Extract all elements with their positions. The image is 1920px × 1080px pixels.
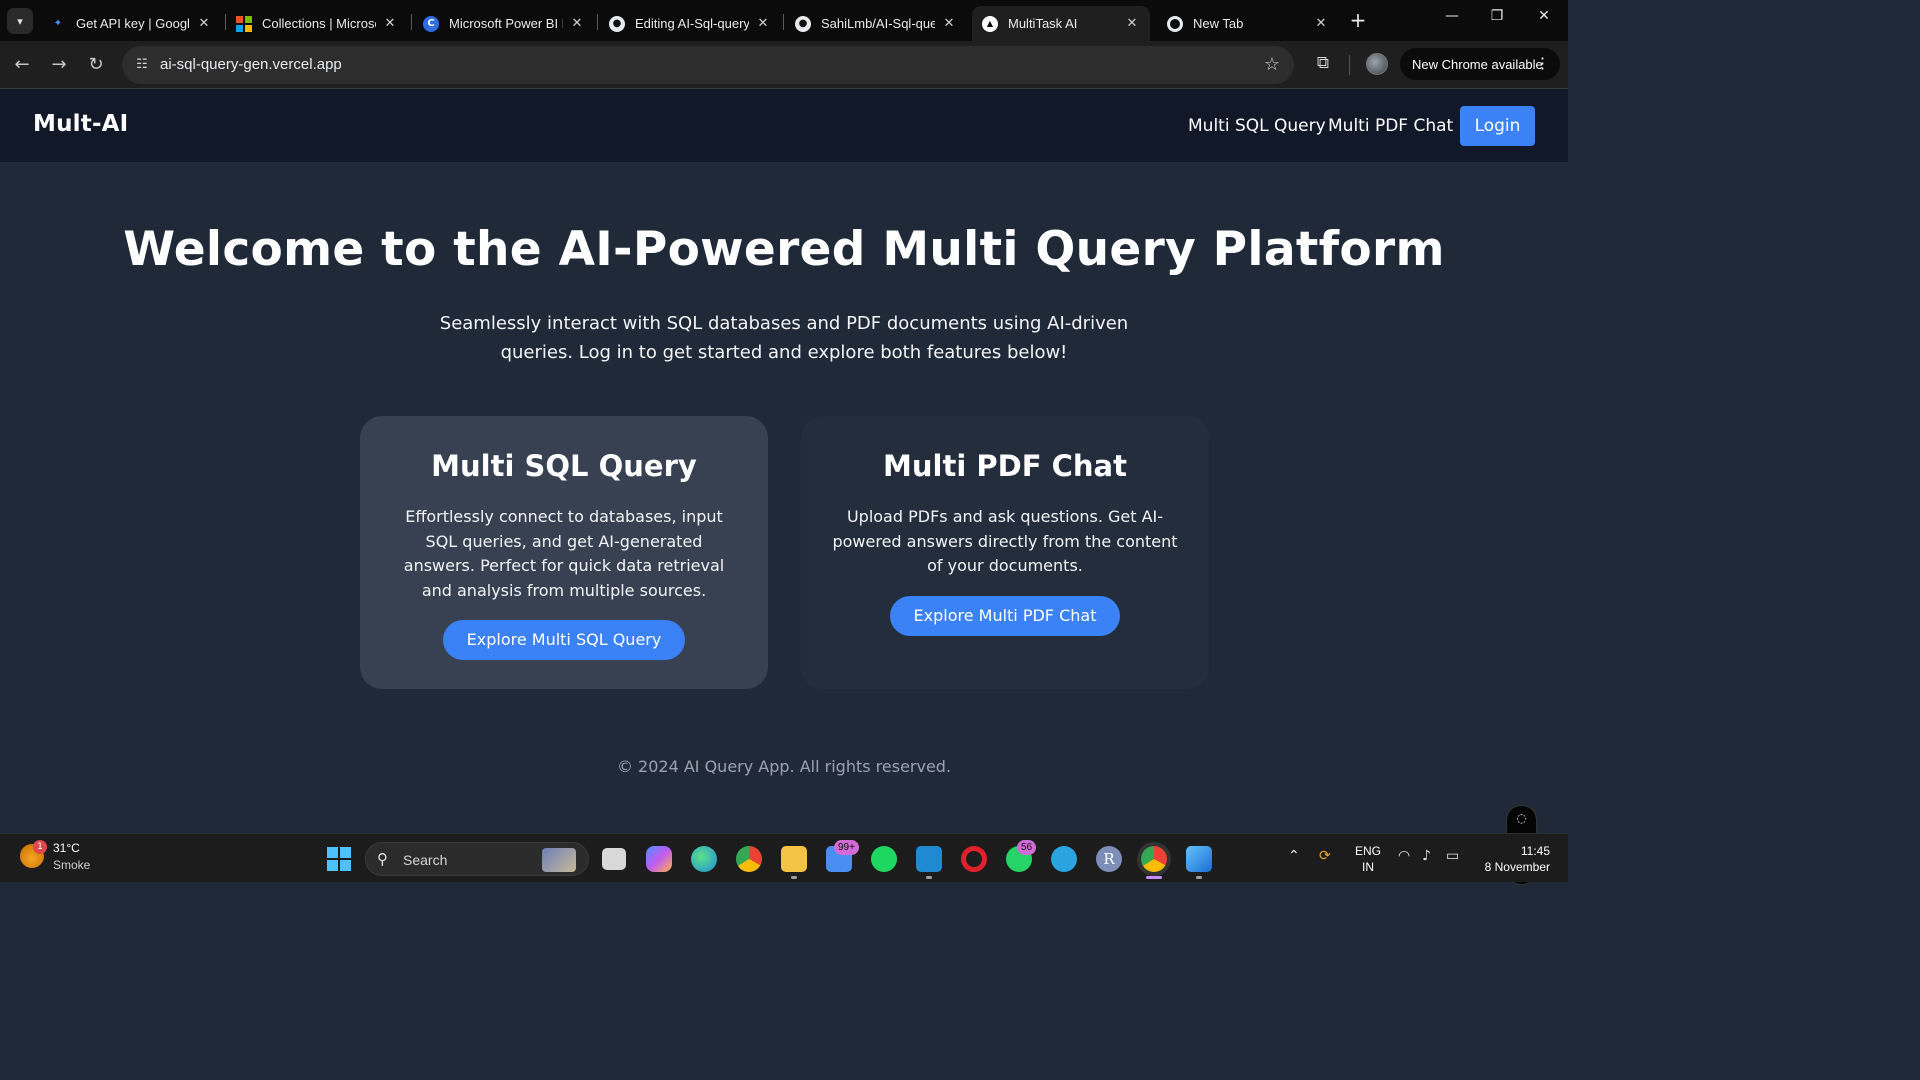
- vscode-icon[interactable]: [916, 846, 942, 872]
- chrome-active-icon[interactable]: [1141, 846, 1167, 872]
- sync-icon[interactable]: ⟳: [1319, 848, 1331, 864]
- clock-time: 11:45: [1520, 844, 1550, 858]
- power-bi-c-icon: C: [423, 15, 439, 32]
- file-explorer-icon[interactable]: [781, 846, 807, 872]
- browser-tab[interactable]: Collections | Microsof ✕: [226, 6, 408, 41]
- address-bar-url[interactable]: ai-sql-query-gen.vercel.app: [160, 56, 342, 73]
- site-info-tune-icon[interactable]: ☷: [132, 55, 152, 75]
- windows-taskbar: 1 31°C Smoke ⚲ Search 99+ 56 R ⌃ ⟳ ENG I…: [0, 833, 1568, 882]
- weather-alert-badge: 1: [33, 840, 47, 854]
- browser-tab-strip: ▾ ✦ Get API key | Google ✕ Collections |…: [0, 0, 1568, 41]
- whatsapp-unread-badge: 56: [1017, 840, 1037, 855]
- github-icon: ●: [795, 15, 811, 32]
- opera-icon[interactable]: [961, 846, 987, 872]
- tab-separator: [783, 14, 784, 30]
- chrome-icon: [1167, 15, 1183, 32]
- photos-icon[interactable]: [1186, 846, 1212, 872]
- chrome-icon[interactable]: [736, 846, 762, 872]
- weather-temperature[interactable]: 31°C: [53, 841, 80, 855]
- language-code: ENG: [1354, 844, 1381, 858]
- microsoft-logo-icon: [236, 15, 252, 32]
- hero-title: Welcome to the AI-Powered Multi Query Pl…: [123, 222, 1445, 277]
- show-hidden-icons-chevron-icon[interactable]: ⌃: [1288, 848, 1300, 864]
- edge-browser-icon[interactable]: [691, 846, 717, 872]
- browser-tab-active[interactable]: ▲ MultiTask AI ✕: [972, 6, 1150, 41]
- card-description: Effortlessly connect to databases, input…: [403, 507, 725, 600]
- login-button[interactable]: Login: [1460, 106, 1535, 146]
- card-description: Upload PDFs and ask questions. Get AI-po…: [832, 507, 1178, 575]
- close-tab-icon[interactable]: ✕: [755, 16, 771, 31]
- browser-tab[interactable]: New Tab ✕: [1157, 6, 1339, 41]
- search-icon: ⚲: [377, 850, 388, 868]
- browser-tab[interactable]: C Microsoft Power BI D ✕: [413, 6, 595, 41]
- browser-tab[interactable]: ● Editing AI-Sql-query- ✕: [599, 6, 781, 41]
- running-indicator: [1196, 876, 1202, 879]
- nav-link-multi-pdf-chat[interactable]: Multi PDF Chat: [1328, 116, 1453, 136]
- active-app-indicator: [1146, 876, 1162, 879]
- volume-icon[interactable]: ♪: [1422, 848, 1431, 864]
- weather-condition[interactable]: Smoke: [53, 858, 90, 872]
- brand-logo-text[interactable]: Mult-AI: [33, 111, 128, 137]
- forward-arrow-icon[interactable]: →: [47, 53, 71, 77]
- bookmark-star-icon[interactable]: ☆: [1264, 54, 1280, 75]
- profile-avatar[interactable]: [1366, 53, 1388, 75]
- windows-start-icon[interactable]: [327, 847, 351, 871]
- google-ai-studio-icon: ✦: [53, 18, 63, 29]
- address-bar[interactable]: ☷ ai-sql-query-gen.vercel.app ☆: [122, 46, 1294, 84]
- taskbar-search-placeholder: Search: [403, 852, 448, 868]
- back-arrow-icon[interactable]: ←: [10, 53, 34, 77]
- chat-bubble-icon[interactable]: ◌: [1507, 806, 1536, 830]
- tab-search-chevron-icon[interactable]: ▾: [7, 8, 33, 34]
- mail-unread-badge: 99+: [834, 840, 859, 855]
- battery-icon[interactable]: ▭: [1446, 848, 1459, 864]
- language-region: IN: [1362, 860, 1374, 874]
- telegram-icon[interactable]: [1051, 846, 1077, 872]
- close-tab-icon[interactable]: ✕: [941, 16, 957, 31]
- copilot-icon[interactable]: [646, 846, 672, 872]
- close-tab-icon[interactable]: ✕: [569, 16, 585, 31]
- vercel-triangle-icon: ▲: [982, 15, 998, 32]
- github-icon: ●: [609, 15, 625, 32]
- search-highlight-image: [542, 848, 576, 872]
- site-navbar: Mult-AI Multi SQL Query Multi PDF Chat L…: [0, 89, 1568, 162]
- r-app-icon[interactable]: R: [1096, 846, 1122, 872]
- chrome-update-label: New Chrome available: [1412, 56, 1543, 72]
- tab-separator: [597, 14, 598, 30]
- close-window-icon[interactable]: ✕: [1531, 8, 1557, 32]
- running-indicator: [791, 876, 797, 879]
- chrome-update-button[interactable]: New Chrome available ⋮: [1400, 48, 1560, 80]
- running-indicator: [926, 876, 932, 879]
- close-tab-icon[interactable]: ✕: [1313, 16, 1329, 31]
- minimize-window-icon[interactable]: —: [1439, 8, 1465, 32]
- card-title: Multi SQL Query: [431, 449, 697, 483]
- clock-date: 8 November: [1484, 860, 1550, 874]
- browser-tab[interactable]: ✦ Get API key | Google ✕: [40, 6, 222, 41]
- web-page: Mult-AI Multi SQL Query Multi PDF Chat L…: [0, 89, 1568, 885]
- feature-card-sql: Multi SQL Query Effortlessly connect to …: [360, 416, 768, 689]
- browser-tab[interactable]: ● SahiLmb/AI-Sql-quer ✕: [785, 6, 967, 41]
- extensions-puzzle-icon[interactable]: ⧉: [1311, 53, 1335, 77]
- close-tab-icon[interactable]: ✕: [196, 16, 212, 31]
- system-clock[interactable]: 11:45 8 November: [1470, 843, 1550, 875]
- explore-pdf-button[interactable]: Explore Multi PDF Chat: [889, 595, 1121, 636]
- explore-sql-button[interactable]: Explore Multi SQL Query: [442, 620, 686, 660]
- toolbar-divider: [1349, 55, 1350, 75]
- close-tab-icon[interactable]: ✕: [1124, 16, 1140, 31]
- new-tab-plus-icon[interactable]: +: [1347, 10, 1369, 32]
- hero-subtitle: Seamlessly interact with SQL databases a…: [439, 313, 1129, 363]
- close-tab-icon[interactable]: ✕: [382, 16, 398, 31]
- nav-link-multi-sql-query[interactable]: Multi SQL Query: [1188, 116, 1326, 136]
- tab-separator: [411, 14, 412, 30]
- site-footer: © 2024 AI Query App. All rights reserved…: [616, 757, 952, 776]
- taskbar-search-box[interactable]: ⚲ Search: [365, 842, 589, 876]
- reload-icon[interactable]: ↻: [84, 53, 108, 77]
- feature-card-pdf: Multi PDF Chat Upload PDFs and ask quest…: [801, 416, 1209, 689]
- task-view-icon[interactable]: [602, 848, 626, 870]
- language-indicator[interactable]: ENG IN: [1354, 843, 1382, 875]
- wifi-icon[interactable]: ◠: [1398, 848, 1410, 864]
- restore-window-icon[interactable]: ❐: [1484, 8, 1510, 32]
- more-menu-kebab-icon[interactable]: ⋮: [1535, 54, 1550, 72]
- spotify-icon[interactable]: [871, 846, 897, 872]
- card-title: Multi PDF Chat: [883, 449, 1127, 483]
